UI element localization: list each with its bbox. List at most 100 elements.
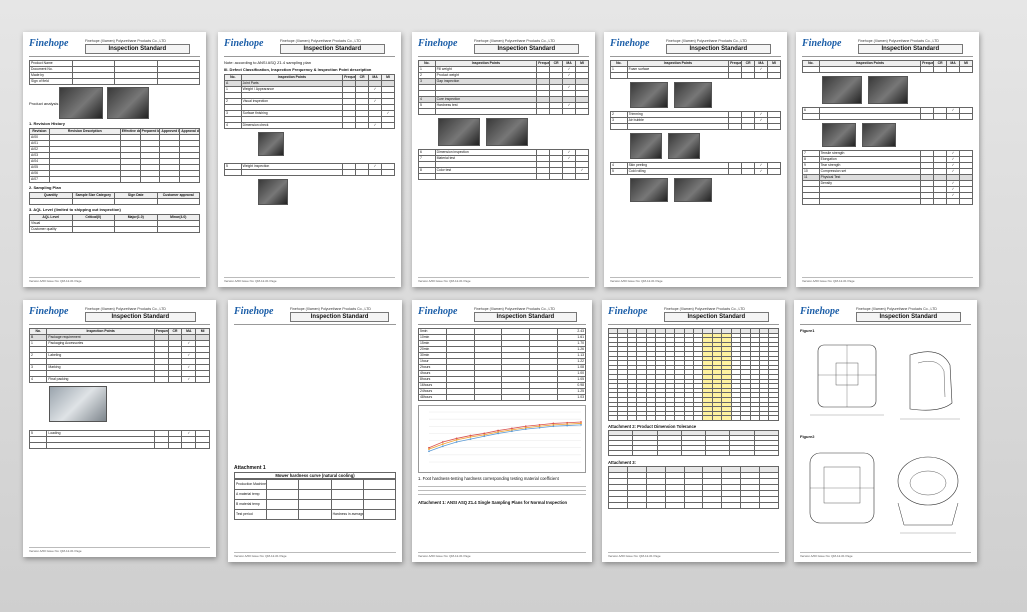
page-footer: Version A/00 Issue No: QM-12-01 Page	[224, 277, 395, 283]
product-info-table: Product Name Document No. Made by Sign o…	[29, 60, 200, 85]
document-collage: Finehope Finehope (Xiamen) Polyurethane …	[0, 0, 1027, 612]
inspection-table: 5 Loading ✓	[28, 430, 210, 449]
grid-cell	[692, 415, 704, 421]
blank-cell	[529, 394, 559, 401]
grid-cell	[664, 415, 676, 421]
packing-photo	[49, 386, 107, 422]
page-7: Finehope Finehope (Xiamen) Polyurethane …	[228, 300, 402, 562]
inspection-table: 2 Trimming ✓ 3 Air bubble ✓	[610, 111, 781, 130]
data-point	[469, 436, 472, 438]
data-point	[428, 450, 430, 453]
company-logo: Finehope	[418, 306, 458, 317]
product-analysis-label: Product analysis	[29, 100, 59, 106]
hardness-line-chart	[428, 411, 582, 463]
doc-title: Inspection Standard	[474, 44, 579, 54]
company-logo: Finehope	[29, 38, 69, 49]
page-footer: Version A/00 Issue No: QM-12-01 Page	[234, 552, 396, 558]
data-point	[441, 445, 444, 448]
company-logo: Finehope	[610, 38, 650, 49]
grid-cell	[721, 415, 732, 421]
revision-table: Revision Revision Description Effective …	[29, 128, 200, 183]
grid-cell	[702, 501, 723, 509]
section-heading: III. Defect Classification, Inspection F…	[224, 67, 372, 72]
page-header: Finehope Finehope (Xiamen) Polyurethane …	[800, 306, 971, 325]
test-photo	[438, 118, 480, 146]
company-name: Finehope (Xiamen) Polyurethane Products …	[856, 307, 937, 311]
company-logo: Finehope	[29, 306, 69, 317]
doc-title: Inspection Standard	[474, 312, 577, 322]
series-line	[428, 423, 582, 450]
note-line	[418, 483, 586, 497]
page-header: Finehope Finehope (Xiamen) Polyurethane …	[802, 38, 973, 57]
inspection-table: 6 ✓	[802, 107, 973, 120]
page-footer: Version A/00 Issue No: QM-12-01 Page	[802, 277, 973, 283]
row-label: Sign of field	[29, 78, 73, 85]
data-point	[566, 424, 569, 427]
inspection-item: Dimension check	[240, 122, 344, 129]
grid-cell	[759, 501, 779, 509]
doc-title: Inspection Standard	[290, 312, 390, 322]
defect-photo	[630, 82, 668, 108]
defect-photo	[674, 82, 712, 108]
grid-cell	[645, 501, 666, 509]
company-name: Finehope (Xiamen) Polyurethane Products …	[666, 39, 747, 43]
grid-cell	[655, 415, 666, 421]
company-name: Finehope (Xiamen) Polyurethane Products …	[474, 39, 555, 43]
table-row	[607, 449, 780, 456]
company-name: Finehope (Xiamen) Polyurethane Products …	[474, 307, 555, 311]
defect-photo	[258, 179, 288, 205]
inspection-table: No. Inspection Points Frequency CR MA MI…	[28, 328, 210, 383]
page-header: Finehope Finehope (Xiamen) Polyurethane …	[224, 38, 395, 57]
doc-title: Inspection Standard	[666, 44, 771, 54]
page-9: Finehope Finehope (Xiamen) Polyurethane …	[602, 300, 785, 562]
page-header: Finehope Finehope (Xiamen) Polyurethane …	[418, 306, 586, 325]
time-cell: 48hours	[418, 394, 447, 401]
page-6: Finehope Finehope (Xiamen) Polyurethane …	[23, 300, 216, 557]
doc-title: Inspection Standard	[856, 312, 961, 322]
grid-cell	[674, 415, 685, 421]
inspection-item: Cold rolling	[626, 168, 730, 175]
inspection-table: No. Inspection Points Frequency CR MA MI…	[610, 60, 781, 79]
defect-photo	[630, 133, 662, 159]
attachment-3-table	[608, 465, 779, 509]
page-10: Finehope Finehope (Xiamen) Polyurethane …	[794, 300, 977, 562]
aql-table: AQL Level Critical(0) Major(1.0) Minor(4…	[29, 214, 200, 233]
company-name: Finehope (Xiamen) Polyurethane Products …	[85, 307, 166, 311]
hardness-value-cell: 1.03	[557, 394, 586, 401]
grid-cell	[617, 415, 628, 421]
data-point	[455, 441, 458, 443]
hardness-time-table: 5min 2.43 10min 1.61 15min 1.70 20min 1.26 30min…	[418, 328, 586, 401]
inspection-item: Final packing	[46, 376, 155, 383]
doc-title: Inspection Standard	[664, 312, 769, 322]
grid-cell	[683, 415, 694, 421]
defect-photo	[668, 133, 700, 159]
grid-cell	[753, 449, 780, 456]
page-header: Finehope Finehope (Xiamen) Polyurethane …	[29, 306, 210, 325]
company-name: Finehope (Xiamen) Polyurethane Products …	[858, 39, 939, 43]
sampling-table: Quantity Sample Size Category Sign Date …	[29, 192, 200, 205]
note-text: Note: according to ANSI ASQ Z1.4 samplin…	[224, 60, 311, 65]
hardness-chart	[418, 405, 586, 473]
section-heading: 3. AQL Level (limited to shipping out in…	[29, 207, 121, 212]
company-name: Finehope (Xiamen) Polyurethane Products …	[290, 307, 371, 311]
doc-title: Inspection Standard	[858, 44, 963, 54]
defect-photo	[822, 123, 856, 147]
attachment-heading: Attachment 1: ANSI ASQ Z1.4 Single Sampl…	[418, 500, 568, 505]
data-point	[538, 426, 541, 429]
inspection-table: 6 Dimension inspection ✓ 7 Material test ✓ 8…	[418, 149, 589, 180]
page-footer: Version A/00 Issue No: QM-12-01 Page	[29, 547, 210, 553]
grid-cell	[705, 449, 731, 456]
inspection-table: No. Inspection Points Frequency CR MA MI…	[224, 74, 395, 129]
doc-title: Inspection Standard	[85, 44, 190, 54]
defect-photo	[258, 132, 284, 156]
data-point	[441, 441, 444, 443]
data-point	[441, 443, 444, 446]
page-footer: Version A/00 Issue No: QM-12-01 Page	[608, 552, 779, 558]
table-row: 48hours 1.03	[418, 394, 586, 401]
grid-cell	[758, 415, 770, 421]
row-label: B material temp	[233, 499, 268, 510]
data-point	[511, 430, 513, 433]
inspection-table: 4 Skin peeling ✓ 5 Cold rolling ✓	[610, 162, 781, 175]
page-header: Finehope Finehope (Xiamen) Polyurethane …	[234, 306, 396, 325]
grid-cell	[683, 501, 704, 509]
